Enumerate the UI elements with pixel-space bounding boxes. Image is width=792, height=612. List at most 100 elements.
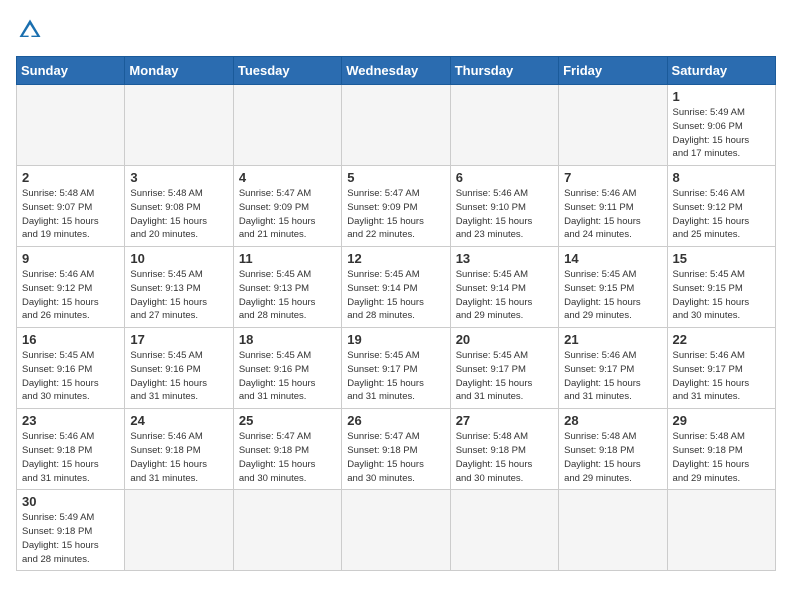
day-cell (125, 85, 233, 166)
day-info: Sunrise: 5:49 AM Sunset: 9:18 PM Dayligh… (22, 511, 119, 566)
day-info: Sunrise: 5:46 AM Sunset: 9:17 PM Dayligh… (564, 349, 661, 404)
day-info: Sunrise: 5:49 AM Sunset: 9:06 PM Dayligh… (673, 106, 770, 161)
day-cell: 25 Sunrise: 5:47 AM Sunset: 9:18 PM Dayli… (233, 409, 341, 490)
day-cell: 12 Sunrise: 5:45 AM Sunset: 9:14 PM Dayli… (342, 247, 450, 328)
week-row-6: 30Sunrise: 5:49 AM Sunset: 9:18 PM Dayli… (17, 490, 776, 571)
day-cell: 11 Sunrise: 5:45 AM Sunset: 9:13 PM Dayli… (233, 247, 341, 328)
day-info: Sunrise: 5:45 AM Sunset: 9:14 PM Dayligh… (347, 268, 444, 323)
day-info: Sunrise: 5:47 AM Sunset: 9:18 PM Dayligh… (239, 430, 336, 485)
day-cell: 2 Sunrise: 5:48 AM Sunset: 9:07 PM Daylig… (17, 166, 125, 247)
day-cell: 5 Sunrise: 5:47 AM Sunset: 9:09 PM Daylig… (342, 166, 450, 247)
day-number: 2 (22, 170, 119, 185)
day-cell: 8Sunrise: 5:46 AM Sunset: 9:12 PM Daylig… (667, 166, 775, 247)
day-number: 5 (347, 170, 444, 185)
day-info: Sunrise: 5:46 AM Sunset: 9:11 PM Dayligh… (564, 187, 661, 242)
day-info: Sunrise: 5:45 AM Sunset: 9:14 PM Dayligh… (456, 268, 553, 323)
day-cell (342, 490, 450, 571)
day-cell: 23Sunrise: 5:46 AM Sunset: 9:18 PM Dayli… (17, 409, 125, 490)
day-cell: 24Sunrise: 5:46 AM Sunset: 9:18 PM Dayli… (125, 409, 233, 490)
day-number: 24 (130, 413, 227, 428)
week-row-3: 9Sunrise: 5:46 AM Sunset: 9:12 PM Daylig… (17, 247, 776, 328)
weekday-header-thursday: Thursday (450, 57, 558, 85)
day-cell (233, 490, 341, 571)
day-cell: 21 Sunrise: 5:46 AM Sunset: 9:17 PM Dayli… (559, 328, 667, 409)
day-info: Sunrise: 5:47 AM Sunset: 9:18 PM Dayligh… (347, 430, 444, 485)
day-cell: 15 Sunrise: 5:45 AM Sunset: 9:15 PM Dayli… (667, 247, 775, 328)
day-info: Sunrise: 5:45 AM Sunset: 9:17 PM Dayligh… (347, 349, 444, 404)
logo-icon (16, 16, 44, 44)
day-cell (667, 490, 775, 571)
day-number: 23 (22, 413, 119, 428)
weekday-header-sunday: Sunday (17, 57, 125, 85)
day-cell: 20Sunrise: 5:45 AM Sunset: 9:17 PM Dayli… (450, 328, 558, 409)
day-number: 16 (22, 332, 119, 347)
day-cell: 6Sunrise: 5:46 AM Sunset: 9:10 PM Daylig… (450, 166, 558, 247)
day-cell (559, 490, 667, 571)
day-cell (342, 85, 450, 166)
header (16, 16, 776, 44)
weekday-header-monday: Monday (125, 57, 233, 85)
day-cell: 26 Sunrise: 5:47 AM Sunset: 9:18 PM Dayli… (342, 409, 450, 490)
day-number: 1 (673, 89, 770, 104)
day-cell (559, 85, 667, 166)
day-info: Sunrise: 5:48 AM Sunset: 9:07 PM Dayligh… (22, 187, 119, 242)
day-info: Sunrise: 5:47 AM Sunset: 9:09 PM Dayligh… (239, 187, 336, 242)
day-cell: 13 Sunrise: 5:45 AM Sunset: 9:14 PM Dayli… (450, 247, 558, 328)
day-cell: 17 Sunrise: 5:45 AM Sunset: 9:16 PM Dayli… (125, 328, 233, 409)
day-number: 20 (456, 332, 553, 347)
day-number: 11 (239, 251, 336, 266)
day-number: 12 (347, 251, 444, 266)
week-row-1: 1 Sunrise: 5:49 AM Sunset: 9:06 PM Daylig… (17, 85, 776, 166)
day-number: 26 (347, 413, 444, 428)
logo (16, 16, 52, 44)
day-number: 15 (673, 251, 770, 266)
weekday-header-wednesday: Wednesday (342, 57, 450, 85)
day-cell: 22 Sunrise: 5:46 AM Sunset: 9:17 PM Dayli… (667, 328, 775, 409)
day-number: 7 (564, 170, 661, 185)
day-info: Sunrise: 5:45 AM Sunset: 9:16 PM Dayligh… (130, 349, 227, 404)
day-info: Sunrise: 5:46 AM Sunset: 9:17 PM Dayligh… (673, 349, 770, 404)
day-info: Sunrise: 5:45 AM Sunset: 9:16 PM Dayligh… (22, 349, 119, 404)
day-cell: 10Sunrise: 5:45 AM Sunset: 9:13 PM Dayli… (125, 247, 233, 328)
day-number: 29 (673, 413, 770, 428)
day-number: 28 (564, 413, 661, 428)
day-cell (450, 85, 558, 166)
weekday-header-saturday: Saturday (667, 57, 775, 85)
day-number: 18 (239, 332, 336, 347)
day-number: 19 (347, 332, 444, 347)
day-number: 4 (239, 170, 336, 185)
day-number: 3 (130, 170, 227, 185)
day-number: 13 (456, 251, 553, 266)
weekday-header-friday: Friday (559, 57, 667, 85)
day-cell: 18 Sunrise: 5:45 AM Sunset: 9:16 PM Dayli… (233, 328, 341, 409)
day-cell (233, 85, 341, 166)
day-number: 21 (564, 332, 661, 347)
day-info: Sunrise: 5:45 AM Sunset: 9:13 PM Dayligh… (239, 268, 336, 323)
day-info: Sunrise: 5:46 AM Sunset: 9:10 PM Dayligh… (456, 187, 553, 242)
day-cell (450, 490, 558, 571)
day-info: Sunrise: 5:45 AM Sunset: 9:15 PM Dayligh… (673, 268, 770, 323)
week-row-2: 2 Sunrise: 5:48 AM Sunset: 9:07 PM Daylig… (17, 166, 776, 247)
day-cell: 16 Sunrise: 5:45 AM Sunset: 9:16 PM Dayli… (17, 328, 125, 409)
day-cell: 3Sunrise: 5:48 AM Sunset: 9:08 PM Daylig… (125, 166, 233, 247)
day-number: 25 (239, 413, 336, 428)
day-cell: 9Sunrise: 5:46 AM Sunset: 9:12 PM Daylig… (17, 247, 125, 328)
day-cell: 4 Sunrise: 5:47 AM Sunset: 9:09 PM Daylig… (233, 166, 341, 247)
day-info: Sunrise: 5:48 AM Sunset: 9:18 PM Dayligh… (564, 430, 661, 485)
day-cell: 30Sunrise: 5:49 AM Sunset: 9:18 PM Dayli… (17, 490, 125, 571)
day-number: 10 (130, 251, 227, 266)
day-number: 9 (22, 251, 119, 266)
day-cell: 7 Sunrise: 5:46 AM Sunset: 9:11 PM Daylig… (559, 166, 667, 247)
day-info: Sunrise: 5:47 AM Sunset: 9:09 PM Dayligh… (347, 187, 444, 242)
day-info: Sunrise: 5:45 AM Sunset: 9:15 PM Dayligh… (564, 268, 661, 323)
day-number: 22 (673, 332, 770, 347)
day-cell (17, 85, 125, 166)
weekday-header-tuesday: Tuesday (233, 57, 341, 85)
day-cell: 27Sunrise: 5:48 AM Sunset: 9:18 PM Dayli… (450, 409, 558, 490)
day-cell: 1 Sunrise: 5:49 AM Sunset: 9:06 PM Daylig… (667, 85, 775, 166)
day-number: 17 (130, 332, 227, 347)
day-info: Sunrise: 5:45 AM Sunset: 9:16 PM Dayligh… (239, 349, 336, 404)
day-cell: 19 Sunrise: 5:45 AM Sunset: 9:17 PM Dayli… (342, 328, 450, 409)
day-number: 8 (673, 170, 770, 185)
calendar: SundayMondayTuesdayWednesdayThursdayFrid… (16, 56, 776, 571)
